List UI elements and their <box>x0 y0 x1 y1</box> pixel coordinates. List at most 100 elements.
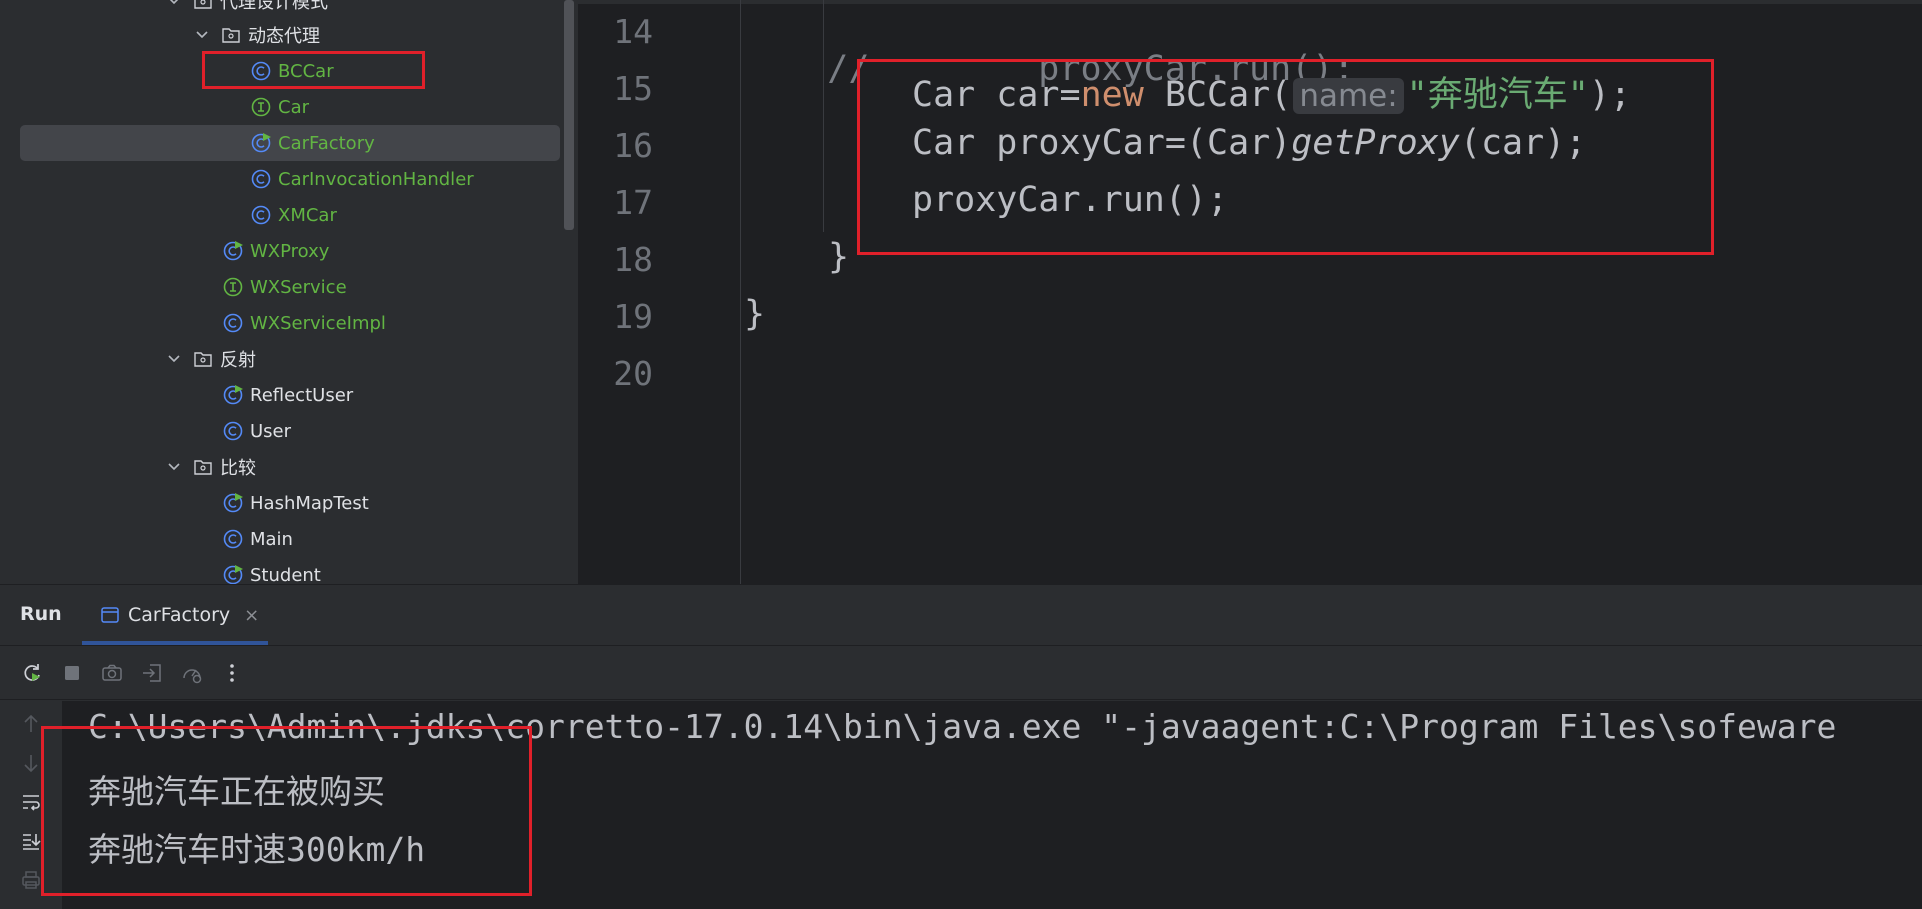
tree-item-label: CarInvocationHandler <box>278 168 474 190</box>
divider <box>0 645 1922 646</box>
run-toolbar <box>0 647 1922 699</box>
interface-icon <box>250 96 272 118</box>
tree-folder-reflection[interactable]: 反射 <box>20 341 560 377</box>
code-token: (car); <box>1459 123 1587 163</box>
tree-item-user[interactable]: User <box>20 413 560 449</box>
console-line: 奔驰汽车时速300km/h <box>88 830 426 869</box>
tree-item-main[interactable]: Main <box>20 521 560 557</box>
tree-item-label: WXService <box>250 276 347 298</box>
tree-item-wxproxy[interactable]: WXProxy <box>20 233 560 269</box>
keyword-new: new <box>1080 75 1144 115</box>
tree-item-label: User <box>250 420 292 442</box>
line-number: 19 <box>613 297 653 336</box>
line-number-gutter: 14 15 16 17 18 19 20 <box>578 0 658 584</box>
string-literal: "奔驰汽车" <box>1406 75 1589 115</box>
more-vertical-icon[interactable] <box>220 661 244 685</box>
interface-icon <box>222 276 244 298</box>
parameter-hint: name: <box>1293 78 1404 114</box>
console-side-toolbar <box>0 701 62 909</box>
tree-item-label: Student <box>250 564 321 585</box>
code-line-18: } <box>828 237 849 277</box>
line-number: 18 <box>613 240 653 279</box>
tree-item-label: Car <box>278 96 309 118</box>
code-editor[interactable]: 14 15 16 17 18 19 20 // proxyCar.run(); … <box>578 0 1922 584</box>
code-token: Car car= <box>912 75 1081 115</box>
runnable-class-icon <box>250 132 272 154</box>
tree-folder-compare[interactable]: 比较 <box>20 449 560 485</box>
run-header: Run CarFactory × <box>0 585 1922 645</box>
profiler-icon[interactable] <box>180 661 204 685</box>
project-tree: 代理设计模式 动态代理 BCCar Car CarFactory CarInvo… <box>0 0 570 584</box>
tree-item-label: 反射 <box>220 350 256 371</box>
run-tab-carfactory[interactable]: CarFactory × <box>82 585 268 645</box>
tree-item-label: 代理设计模式 <box>220 0 328 13</box>
tree-folder-dynamic-proxy[interactable]: 动态代理 <box>20 17 560 53</box>
print-icon[interactable] <box>18 867 44 893</box>
class-icon <box>222 528 244 550</box>
close-icon[interactable]: × <box>244 605 259 626</box>
tree-item-wxservice[interactable]: WXService <box>20 269 560 305</box>
camera-icon[interactable] <box>100 661 124 685</box>
scroll-to-end-icon[interactable] <box>18 828 44 854</box>
class-icon <box>250 60 272 82</box>
chevron-down-icon[interactable] <box>166 0 182 9</box>
code-token: BCCar( <box>1143 75 1292 115</box>
chevron-down-icon[interactable] <box>166 459 182 475</box>
tree-item-wxserviceimpl[interactable]: WXServiceImpl <box>20 305 560 341</box>
class-icon <box>250 204 272 226</box>
runnable-class-icon <box>222 384 244 406</box>
package-folder-icon <box>192 456 214 478</box>
divider <box>0 699 1922 700</box>
chevron-down-icon[interactable] <box>166 351 182 367</box>
tree-item-car[interactable]: Car <box>20 89 560 125</box>
runnable-class-icon <box>222 564 244 584</box>
code-token: Car proxyCar=(Car) <box>912 123 1292 163</box>
tree-item-carfactory[interactable]: CarFactory <box>20 125 560 161</box>
tree-item-student[interactable]: Student <box>20 557 560 584</box>
tree-item-label: HashMapTest <box>250 492 369 514</box>
package-folder-icon <box>220 24 242 46</box>
login-icon[interactable] <box>140 661 164 685</box>
soft-wrap-icon[interactable] <box>18 789 44 815</box>
class-icon <box>250 168 272 190</box>
chevron-down-icon[interactable] <box>194 27 210 43</box>
tree-item-label: Main <box>250 528 293 550</box>
stop-icon[interactable] <box>60 661 84 685</box>
class-icon <box>222 312 244 334</box>
project-panel: 代理设计模式 动态代理 BCCar Car CarFactory CarInvo… <box>0 0 578 584</box>
tree-item-xmcar[interactable]: XMCar <box>20 197 560 233</box>
package-folder-icon <box>192 0 214 12</box>
runnable-class-icon <box>222 492 244 514</box>
fold-gutter-divider <box>740 0 741 584</box>
tree-item-bccar[interactable]: BCCar <box>20 53 560 89</box>
code-line-15: Car car=new BCCar(name: "奔驰汽车"); <box>912 66 1631 117</box>
line-number: 15 <box>613 69 653 108</box>
tree-item-hashmaptest[interactable]: HashMapTest <box>20 485 560 521</box>
line-comment-marker: // <box>827 49 870 89</box>
tree-scrollbar[interactable] <box>564 0 574 230</box>
tree-item-label: WXProxy <box>250 240 330 262</box>
tree-item-label: CarFactory <box>278 132 375 154</box>
run-configuration-icon <box>100 605 120 625</box>
line-number: 14 <box>613 12 653 51</box>
tree-item-label: BCCar <box>278 60 334 82</box>
run-tool-window: Run CarFactory × C:\Users\Admin\.jdks\co… <box>0 584 1922 909</box>
run-tab-label: CarFactory <box>128 604 231 626</box>
class-icon <box>222 420 244 442</box>
line-number: 17 <box>613 183 653 222</box>
arrow-up-icon[interactable] <box>18 711 44 737</box>
tree-item-reflectuser[interactable]: ReflectUser <box>20 377 560 413</box>
line-number: 16 <box>613 126 653 165</box>
tree-item-label: 比较 <box>220 458 256 479</box>
arrow-down-icon[interactable] <box>18 750 44 776</box>
tree-item-carinvocationhandler[interactable]: CarInvocationHandler <box>20 161 560 197</box>
package-folder-icon <box>192 348 214 370</box>
console-output[interactable]: C:\Users\Admin\.jdks\corretto-17.0.14\bi… <box>62 701 1922 909</box>
code-line-16: Car proxyCar=(Car)getProxy(car); <box>912 123 1586 163</box>
console-line: C:\Users\Admin\.jdks\corretto-17.0.14\bi… <box>88 707 1837 746</box>
run-window-title: Run <box>20 603 62 625</box>
line-number: 20 <box>613 354 653 393</box>
closing-brace: } <box>744 294 766 334</box>
code-line-17: proxyCar.run(); <box>912 180 1228 220</box>
rerun-icon[interactable] <box>20 661 44 685</box>
